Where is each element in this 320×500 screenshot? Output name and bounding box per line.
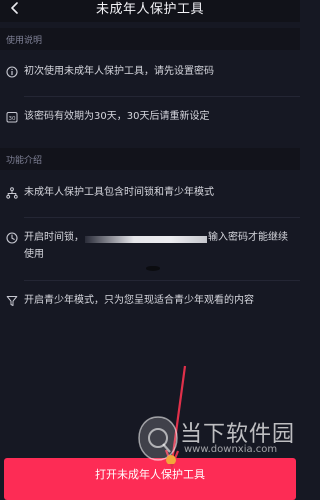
list-item-time-lock: 开启时间锁， 输入密码才能继续 使用: [0, 228, 300, 268]
list-item-text: 未成年人保护工具包含时间锁和青少年模式: [24, 187, 214, 198]
section-header-usage: 使用说明: [0, 28, 300, 50]
calendar-30-icon-text: 30: [9, 116, 16, 122]
list-item-text: 初次使用未成年人保护工具，请先设置密码: [24, 66, 214, 77]
list-item-first-use: 初次使用未成年人保护工具，请先设置密码: [0, 62, 300, 84]
watermark-logo: [138, 416, 178, 464]
watermark-url: www.downxia.com: [184, 444, 278, 455]
calendar-30-icon: 30: [6, 111, 18, 123]
list-item-contains: 未成年人保护工具包含时间锁和青少年模式: [0, 183, 300, 205]
redaction-bar: [85, 236, 207, 243]
list-item-text-line2: 使用: [24, 249, 44, 260]
list-item-text: 开启青少年模式，只为您呈现适合青少年观看的内容: [24, 295, 254, 306]
redaction-mark: [146, 266, 160, 271]
info-icon: [6, 66, 18, 78]
list-item-text-before: 开启时间锁，: [24, 232, 84, 243]
list-item-teen-mode: 开启青少年模式，只为您呈现适合青少年观看的内容: [0, 291, 300, 313]
top-bar: 未成年人保护工具: [0, 0, 300, 22]
list-item-text: 该密码有效期为30天，30天后请重新设定: [24, 111, 210, 122]
divider: [24, 280, 300, 281]
watermark-name: 当下软件园: [180, 422, 296, 447]
filter-icon: [6, 295, 18, 307]
section-label-usage: 使用说明: [6, 36, 43, 46]
enable-protection-label: 打开未成年人保护工具: [95, 468, 205, 481]
network-icon: [6, 187, 18, 199]
divider: [24, 217, 300, 218]
list-item-validity: 30 该密码有效期为30天，30天后请重新设定: [0, 107, 300, 129]
clock-icon: [6, 232, 18, 244]
screen: 未成年人保护工具 使用说明 初次使用未成年人保护工具，请先设置密码 30 该密码…: [0, 0, 300, 500]
enable-protection-button[interactable]: 打开未成年人保护工具: [4, 458, 296, 500]
section-header-features: 功能介绍: [0, 148, 300, 170]
divider: [24, 96, 300, 97]
list-item-text-after: 输入密码才能继续: [208, 232, 288, 243]
page-title: 未成年人保护工具: [95, 2, 204, 17]
section-label-features: 功能介绍: [6, 156, 43, 166]
